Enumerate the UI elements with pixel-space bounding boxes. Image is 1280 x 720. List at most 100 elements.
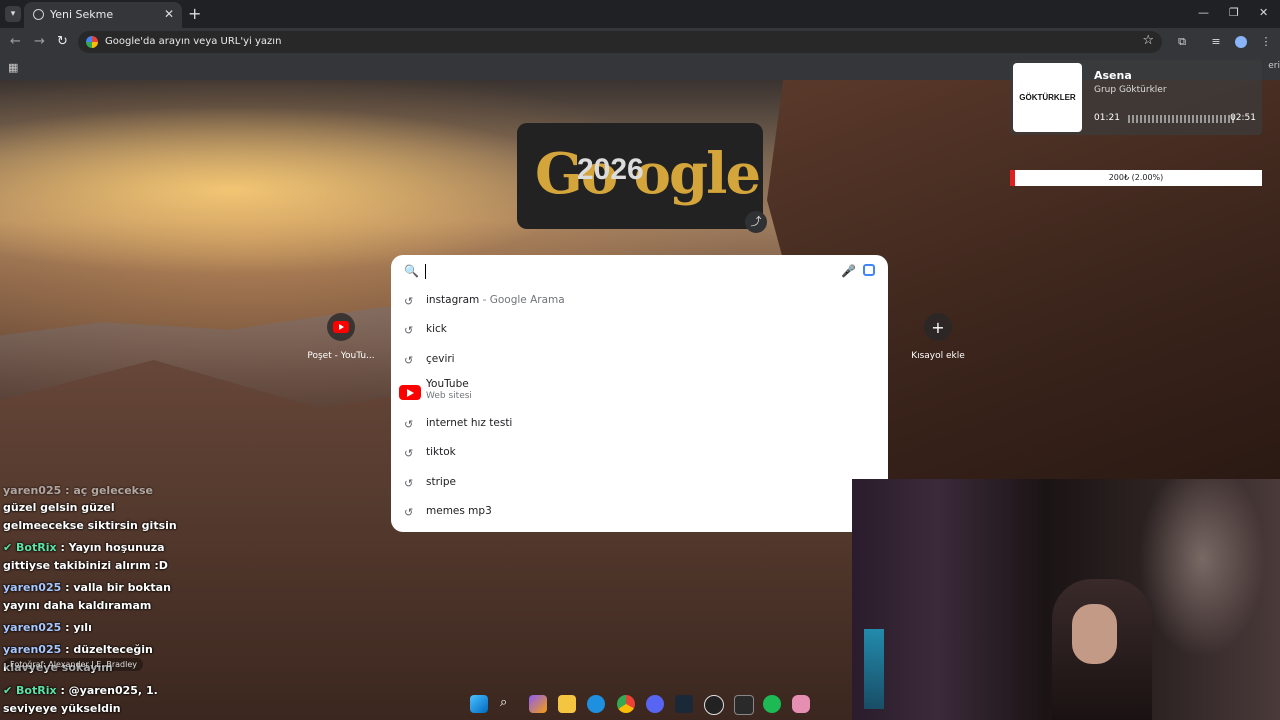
song-duration: 02:51 [1230, 113, 1256, 123]
verified-badge-icon: ✔ [3, 684, 17, 697]
suggestion-text: YouTube [426, 378, 469, 390]
menu-icon[interactable]: ⋮ [1260, 36, 1272, 48]
chat-line: güzel gelsin güzel [3, 501, 115, 514]
suggestion-item[interactable]: ↺ internet hız testi [391, 410, 888, 439]
verified-badge-icon: ✔ [3, 541, 17, 554]
shortcut-poset-youtube[interactable]: Poşet - YouTu... [301, 313, 381, 361]
photo-credit[interactable]: Fotoğraf: Alexander J.E. Bradley [4, 658, 143, 671]
forward-icon[interactable]: → [34, 34, 45, 49]
search-icon[interactable]: ⌕ [500, 695, 518, 713]
suggestion-item[interactable]: ↺ çeviri [391, 346, 888, 375]
copilot-icon[interactable] [529, 695, 547, 713]
suggestion-text: instagram [426, 294, 480, 306]
omnibox[interactable]: Google'da arayın veya URL'yi yazın ☆ [78, 31, 1162, 53]
suggestion-sub: Web sitesi [426, 391, 472, 401]
history-icon: ↺ [404, 354, 414, 367]
chrome-icon[interactable] [617, 695, 635, 713]
new-tab-button[interactable]: + [188, 4, 201, 23]
spotify-icon[interactable] [763, 695, 781, 713]
chat-line: yayını daha kaldıramam [3, 599, 152, 612]
suggestion-item[interactable]: ↺ stripe [391, 469, 888, 498]
globe-icon [33, 9, 44, 20]
share-icon[interactable]: ⤴ [745, 211, 767, 233]
taskbar: ⌕ [466, 690, 816, 718]
title-bar: ▾ Yeni Sekme ✕ + — ❐ ✕ [0, 0, 1280, 28]
suggestion-text: stripe [426, 476, 456, 488]
edge-icon[interactable] [587, 695, 605, 713]
minimize-icon[interactable]: — [1198, 6, 1209, 19]
shortcut-add[interactable]: + Kısayol ekle [898, 313, 978, 361]
neon-light [864, 629, 884, 709]
plus-icon: + [924, 313, 952, 341]
history-icon: ↺ [404, 477, 414, 490]
chat-line: seviyeye yükseldin [3, 702, 121, 715]
chat-line: gelmeecekse siktirsin gitsin [3, 519, 177, 532]
chat-text: : valla bir boktan [65, 581, 171, 594]
epic-games-icon[interactable] [734, 695, 754, 715]
history-icon: ↺ [404, 295, 414, 308]
reload-icon[interactable]: ↻ [57, 34, 68, 49]
history-icon: ↺ [404, 418, 414, 431]
profile-avatar[interactable] [1235, 36, 1247, 48]
history-icon: ↺ [404, 324, 414, 337]
chat-text: : Yayın hoşunuza [60, 541, 165, 554]
file-explorer-icon[interactable] [558, 695, 576, 713]
google-doodle[interactable]: Go ogle 2026 ⤴ [517, 123, 767, 233]
suggestion-item[interactable]: ↺ kick [391, 316, 888, 345]
chat-username: yaren025 [3, 643, 62, 656]
history-icon: ↺ [404, 506, 414, 519]
search-icon: 🔍 [404, 264, 419, 278]
close-tab-icon[interactable]: ✕ [164, 7, 174, 21]
chat-line: yaren025 : aç gelecekse [3, 484, 153, 497]
song-progress-waveform [1128, 115, 1236, 123]
chat-username: yaren025 [3, 581, 62, 594]
app-icon[interactable] [792, 695, 810, 713]
chat-line: gittiyse takibinizi alırım :D [3, 559, 168, 572]
start-icon[interactable] [470, 695, 488, 713]
media-control-icon[interactable]: ≡ [1210, 36, 1222, 48]
elapsed-time: 01:21 [1094, 113, 1120, 123]
back-icon[interactable]: ← [10, 34, 21, 49]
search-input[interactable] [425, 264, 426, 279]
shortcut-label: Poşet - YouTu... [307, 351, 375, 361]
tab-search-button[interactable]: ▾ [5, 6, 21, 22]
doodle-logo: Go ogle [535, 141, 761, 207]
suggestion-item[interactable]: ↺ tiktok [391, 439, 888, 468]
shortcut-label: Kısayol ekle [911, 351, 965, 361]
webcam-overlay [852, 479, 1280, 720]
chat-message: ✔ BotRix : Yayın hoşunuza [3, 541, 165, 554]
suggestion-text: tiktok [426, 446, 456, 458]
tab-new-tab[interactable]: Yeni Sekme ✕ [24, 2, 182, 28]
now-playing-widget: GÖKTÜRKLER Asena Grup Göktürkler 01:21 0… [1010, 60, 1262, 135]
omnibox-placeholder: Google'da arayın veya URL'yi yazın [105, 36, 282, 47]
chat-text: : düzelteceğin [65, 643, 153, 656]
chat-text: : @yaren025, 1. [60, 684, 158, 697]
album-art: GÖKTÜRKLER [1013, 63, 1082, 132]
apps-grid-icon[interactable]: ▦ [8, 61, 18, 74]
obs-icon[interactable] [704, 695, 724, 715]
suggestion-sub: - Google Arama [479, 294, 565, 306]
suggestion-item[interactable]: ↺ instagram - Google Arama [391, 287, 888, 316]
youtube-icon [327, 313, 355, 341]
search-suggestions: 🔍 🎤 ↺ instagram - Google Arama ↺ kick ↺ … [391, 255, 888, 532]
discord-icon[interactable] [646, 695, 664, 713]
streamer-face [1072, 604, 1117, 664]
suggestion-item-youtube[interactable]: YouTube Web sitesi [391, 377, 888, 406]
donation-goal-fill [1010, 170, 1016, 186]
suggestion-text: memes mp3 [426, 505, 492, 517]
suggestion-item[interactable]: ↺ memes mp3 [391, 498, 888, 527]
google-lens-icon[interactable] [863, 264, 875, 276]
bookmark-star-icon[interactable]: ☆ [1142, 33, 1154, 48]
google-icon [86, 36, 98, 48]
doodle-year-graphic: 2026 [577, 153, 644, 186]
chat-username: BotRix [16, 541, 57, 554]
close-window-icon[interactable]: ✕ [1259, 6, 1268, 19]
song-title: Asena [1094, 69, 1132, 82]
steam-icon[interactable] [675, 695, 693, 713]
all-bookmarks-label[interactable]: eri [1268, 61, 1280, 71]
extensions-icon[interactable]: ⧉ [1176, 36, 1188, 48]
microphone-icon[interactable]: 🎤 [841, 264, 856, 278]
chat-text: : yılı [65, 621, 92, 634]
donation-goal-bar: 200₺ (2.00%) [1010, 170, 1262, 186]
restore-icon[interactable]: ❐ [1229, 6, 1239, 19]
